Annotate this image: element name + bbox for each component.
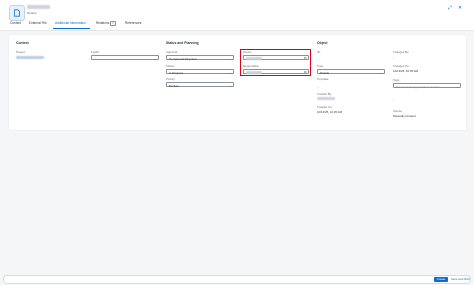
type-label: Type:: [317, 64, 324, 68]
chevron-down-icon: ⌄: [455, 84, 459, 89]
object-header: [0, 0, 474, 31]
close-icon[interactable]: ✕: [456, 4, 464, 12]
tab-external-file[interactable]: External File: [29, 21, 47, 25]
tab-references[interactable]: References: [125, 21, 141, 25]
status-select[interactable]: In Progress ⌄: [166, 69, 234, 75]
project-label: Project:: [16, 50, 26, 54]
tags-label: Tags:: [393, 78, 400, 82]
chevron-down-icon: ⌄: [379, 70, 383, 75]
tab-relations-label: Relations: [96, 21, 110, 25]
create-button[interactable]: Create: [434, 277, 448, 282]
created-on-value: 10/13/25, 10:35 AM: [317, 110, 343, 114]
tags-empty-value: -: [393, 97, 394, 101]
status-label: Status:: [166, 64, 175, 68]
object-subtitle: Default: [27, 11, 37, 15]
tags-input[interactable]: Enter text for tag search or creation ⌄: [393, 83, 461, 89]
id-label: ID:: [317, 50, 321, 54]
approval-value: No Approval Required: [169, 56, 197, 61]
changed-on-value: 10/13/25, 10:35 AM: [393, 69, 419, 73]
priority-label: Priority:: [166, 77, 176, 81]
tab-content[interactable]: Content: [10, 21, 21, 25]
context-section-title: Context: [16, 41, 29, 45]
changed-on-label: Changed On:: [393, 64, 410, 68]
priority-select[interactable]: Medium ⌄: [166, 82, 234, 88]
created-by-redacted: [317, 97, 335, 100]
type-value: Default: [320, 70, 329, 75]
chevron-down-icon: ⌄: [228, 56, 232, 61]
type-select[interactable]: Default ⌄: [317, 69, 385, 75]
created-by-label: Created By:: [317, 92, 332, 96]
tab-additional-information[interactable]: Additional Information: [55, 21, 86, 25]
chevron-down-icon: ⌄: [228, 70, 232, 75]
tab-relations[interactable]: Relations 1: [96, 21, 116, 26]
source-label: Source:: [393, 109, 403, 113]
chevron-down-icon: ⌄: [153, 56, 157, 61]
created-on-label: Created On:: [317, 105, 333, 109]
approval-label: Approval:: [166, 50, 178, 54]
object-avatar: [9, 5, 25, 21]
changed-by-label: Changed By:: [393, 50, 410, 54]
relations-count-badge: 1: [110, 21, 116, 26]
id-value: -: [317, 56, 318, 60]
owner-responsible-highlight: [240, 49, 311, 76]
approval-select[interactable]: No Approval Required ⌄: [166, 55, 234, 61]
fullscreen-icon[interactable]: ⤢: [446, 4, 454, 12]
tags-placeholder: Enter text for tag search or creation: [396, 84, 440, 89]
template-value: -: [317, 85, 318, 89]
create-and-edit-button[interactable]: Save and Draft: [451, 277, 470, 282]
status-section-title: Status and Planning: [166, 41, 199, 45]
active-tab-indicator: [53, 28, 90, 29]
priority-value: Medium: [169, 83, 179, 88]
chevron-down-icon: ⌄: [228, 83, 232, 88]
object-section-title: Object: [317, 41, 328, 45]
footer-toolbar: [3, 275, 471, 284]
folder-label: Folder:: [91, 50, 100, 54]
changed-by-value: -: [393, 56, 394, 60]
document-icon: [14, 9, 20, 17]
status-value: In Progress: [169, 70, 184, 75]
source-value: Manually Created: [393, 114, 416, 118]
template-label: Template:: [317, 77, 330, 81]
project-link-redacted[interactable]: [16, 56, 44, 59]
folder-select[interactable]: ⌄: [91, 55, 159, 61]
object-title-redacted: [27, 5, 50, 9]
